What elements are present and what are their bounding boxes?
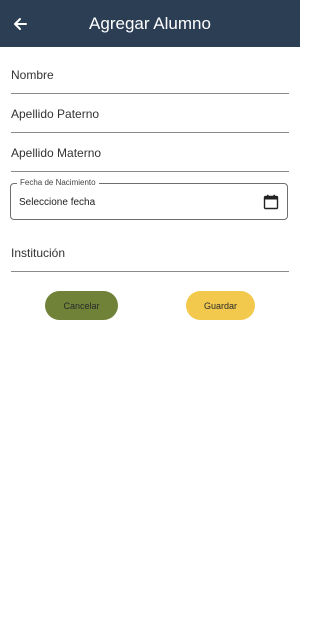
institucion-field[interactable]: Institución [11, 238, 289, 272]
apellido-paterno-field[interactable]: Apellido Paterno [11, 100, 289, 133]
nombre-field[interactable]: Nombre [11, 60, 289, 94]
institucion-label: Institución [11, 246, 66, 260]
apellido-materno-label: Apellido Materno [11, 146, 102, 160]
app-bar: Agregar Alumno [0, 0, 300, 47]
cancel-button[interactable]: Cancelar [45, 291, 118, 320]
save-button[interactable]: Guardar [186, 291, 255, 320]
fecha-nacimiento-value: Seleccione fecha [19, 197, 96, 208]
page-title: Agregar Alumno [89, 14, 211, 33]
apellido-materno-field[interactable]: Apellido Materno [11, 139, 289, 172]
fecha-nacimiento-field[interactable]: Fecha de Nacimiento Seleccione fecha [10, 178, 288, 220]
apellido-paterno-label: Apellido Paterno [11, 107, 100, 121]
nombre-label: Nombre [11, 68, 54, 82]
fecha-nacimiento-label: Fecha de Nacimiento [17, 178, 99, 187]
calendar-icon[interactable] [263, 194, 279, 210]
